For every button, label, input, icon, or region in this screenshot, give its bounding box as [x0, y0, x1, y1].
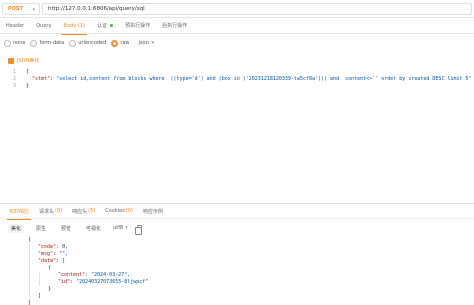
- request-tab-label: 后执行操作: [162, 23, 188, 29]
- radio-circle-icon: [30, 39, 38, 47]
- json-key: "msg": [38, 251, 54, 257]
- response-tabs: 实时响应 请求头 (8) 响应头 (5) Cookies (0) 响应示例: [0, 204, 474, 220]
- url-input[interactable]: http://127.0.0.1:6806/api/query/sql: [42, 3, 472, 15]
- response-code-line: }: [8, 300, 148, 305]
- code-text: {: [48, 265, 52, 271]
- line-number: 3: [12, 83, 16, 89]
- radio-circle-icon: [111, 39, 119, 47]
- code-text: }: [26, 83, 30, 89]
- response-tab-count: (5): [88, 208, 96, 214]
- request-tab[interactable]: 后执行操作: [156, 18, 193, 34]
- response-tab-label: 响应示例: [142, 208, 163, 215]
- json-beautify-label: JSON美化: [17, 58, 40, 64]
- json-value: [: [62, 258, 66, 264]
- json-key: "stmt": [32, 76, 51, 82]
- line-number: 1: [12, 69, 16, 75]
- body-type-radio[interactable]: urlencoded: [69, 39, 107, 47]
- request-tab[interactable]: Header: [0, 18, 30, 34]
- json-value: 0,: [62, 244, 69, 250]
- json-value: "2024-03-27",: [91, 272, 131, 278]
- line-number: 2: [12, 76, 16, 82]
- json-value: "select id,content from blocks where ((t…: [56, 76, 472, 82]
- request-tabs: Header Query Body (1) 认证 预执行操作 后执行操作: [0, 18, 474, 35]
- code-text: {: [26, 69, 30, 75]
- response-tab-count: (8): [55, 208, 63, 214]
- json-key: "id": [58, 279, 71, 285]
- response-panel: 实时响应 请求头 (8) 响应头 (5) Cookies (0) 响应示例 美化 原生 预览 可视化…: [0, 203, 474, 305]
- body-type-label: form-data: [39, 40, 65, 46]
- body-type-label: urlencoded: [78, 40, 107, 46]
- response-tab-label: 实时响应: [9, 208, 30, 215]
- code-line: 3}: [4, 83, 472, 90]
- code-line: 2 "stmt": "select id,content from blocks…: [4, 76, 472, 83]
- response-code-line: {: [8, 237, 148, 244]
- response-tab-label: 请求头: [39, 208, 55, 215]
- response-tab[interactable]: 请求头 (8): [34, 204, 67, 219]
- response-tab-label: 响应头: [72, 208, 88, 215]
- request-tab[interactable]: Body (1): [57, 18, 91, 35]
- code-text: {: [28, 237, 32, 243]
- request-body-code[interactable]: 1{2 "stmt": "select id,content from bloc…: [4, 69, 472, 90]
- format-label: json: [138, 40, 149, 46]
- request-tab-label: Body: [63, 22, 77, 29]
- body-type-label: none: [13, 40, 26, 46]
- body-type-radio[interactable]: form-data: [30, 39, 65, 47]
- code-text: ]: [38, 293, 42, 299]
- beautify-icon: [8, 57, 14, 64]
- view-mode-button[interactable]: 原生: [33, 224, 49, 233]
- chevron-down-icon: ▾: [151, 40, 155, 46]
- method-select[interactable]: POST ▾: [2, 3, 40, 15]
- request-tab-label: Query: [36, 22, 52, 29]
- code-text: }: [28, 300, 32, 305]
- indent-guide: [39, 272, 40, 286]
- response-view-toolbar: 美化 原生 预览 可视化 utf8 ▾: [0, 222, 474, 235]
- view-mode-button[interactable]: 美化: [8, 223, 25, 233]
- status-dot-icon: [110, 24, 114, 27]
- json-value: "20240327073655-8ljwpcf": [76, 279, 149, 285]
- response-tab-label: Cookies: [105, 208, 125, 214]
- response-tab[interactable]: 响应头 (5): [67, 204, 100, 219]
- response-tab[interactable]: 响应示例: [138, 204, 168, 219]
- code-line: 1{: [4, 69, 472, 76]
- request-tab[interactable]: Query: [30, 18, 57, 34]
- encoding-select[interactable]: utf8 ▾: [113, 225, 128, 231]
- json-beautify-button[interactable]: JSON美化: [8, 57, 39, 64]
- request-tab-label: 预执行操作: [125, 23, 151, 29]
- method-label: POST: [8, 6, 23, 12]
- view-mode-button[interactable]: 预览: [58, 224, 74, 233]
- response-tab[interactable]: Cookies (0): [100, 204, 138, 219]
- request-tab[interactable]: 预执行操作: [119, 18, 156, 34]
- radio-circle-icon: [69, 39, 77, 47]
- request-tab[interactable]: 认证: [91, 18, 119, 34]
- body-type-row: none form-data urlencoded raw json ▾: [0, 36, 474, 50]
- response-body-code: {"code": 0, "msg": "", "data": [{"content"…: [8, 237, 148, 305]
- body-type-radio[interactable]: none: [4, 39, 26, 47]
- json-key: "code": [38, 244, 57, 250]
- copy-icon[interactable]: [134, 225, 142, 235]
- format-select[interactable]: json ▾: [139, 40, 155, 46]
- encoding-label: utf8: [113, 225, 124, 231]
- radio-circle-icon: [4, 39, 11, 47]
- request-tab-count: (1): [78, 22, 86, 29]
- indent-guide: [29, 244, 30, 300]
- chevron-down-icon: ▾: [125, 225, 128, 231]
- request-body-editor[interactable]: JSON美化 1{2 "stmt": "select id,content fr…: [0, 51, 474, 201]
- request-tab-label: 认证: [97, 23, 108, 29]
- response-tab[interactable]: 实时响应: [4, 204, 34, 220]
- url-bar: POST ▾ http://127.0.0.1:6806/api/query/s…: [0, 0, 474, 18]
- body-type-radio[interactable]: raw: [111, 39, 130, 47]
- response-tab-count: (0): [125, 208, 133, 214]
- json-key: "data": [38, 258, 57, 264]
- body-type-label: raw: [120, 40, 130, 46]
- json-key: "content": [58, 272, 86, 278]
- json-value: "",: [59, 251, 69, 257]
- code-text: }: [48, 286, 52, 292]
- view-mode-button[interactable]: 可视化: [83, 224, 104, 233]
- chevron-down-icon: ▾: [32, 7, 35, 13]
- request-tab-label: Header: [6, 22, 25, 29]
